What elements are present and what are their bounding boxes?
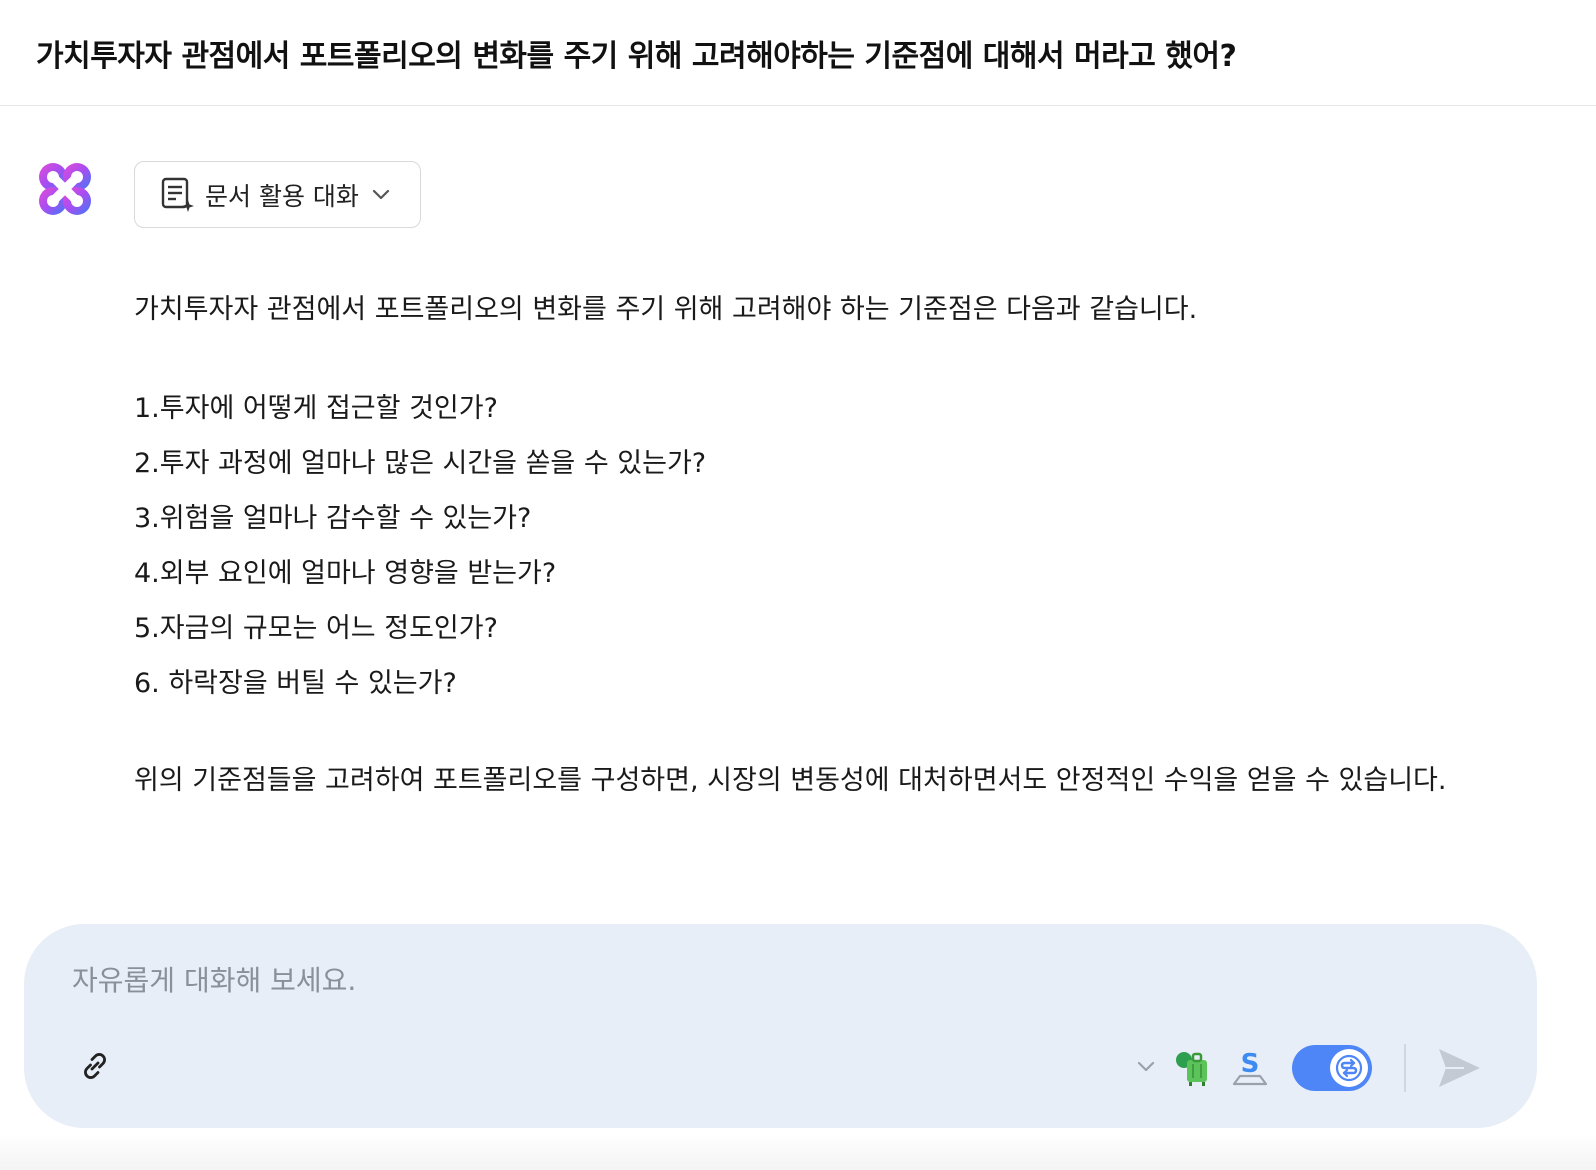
chevron-down-icon: [372, 189, 390, 199]
list-item: 6. 하락장을 버틸 수 있는가?: [134, 668, 457, 699]
blue-s-plugin-icon[interactable]: S: [1230, 1046, 1270, 1088]
document-mode-label: 문서 활용 대화: [205, 181, 359, 211]
green-luggage-plugin-icon[interactable]: [1173, 1048, 1213, 1088]
bottom-fade: [0, 1134, 1596, 1170]
list-item: 4.외부 요인에 얼마나 영향을 받는가?: [134, 558, 557, 589]
list-item: 3.위험을 얼마나 감수할 수 있는가?: [134, 503, 532, 534]
list-item: 5.자금의 규모는 어느 정도인가?: [134, 613, 498, 644]
toolbar-divider: [1404, 1044, 1406, 1092]
message-composer: S: [24, 924, 1537, 1128]
plugin-toggle[interactable]: [1292, 1045, 1372, 1091]
answer-outro: 위의 기준점들을 고려하여 포트폴리오를 구성하면, 시장의 변동성에 대처하면…: [134, 765, 1447, 796]
list-item: 1.투자에 어떻게 접근할 것인가?: [134, 393, 498, 424]
answer-intro: 가치투자자 관점에서 포트폴리오의 변화를 주기 위해 고려해야 하는 기준점은…: [134, 294, 1198, 325]
chat-page: 가치투자자 관점에서 포트폴리오의 변화를 주기 위해 고려해야하는 기준점에 …: [0, 0, 1596, 1170]
svg-text:S: S: [1241, 1049, 1260, 1079]
conversation-title: 가치투자자 관점에서 포트폴리오의 변화를 주기 위해 고려해야하는 기준점에 …: [36, 38, 1237, 74]
multicolor-clover-logo-icon: [39, 163, 91, 215]
send-icon[interactable]: [1436, 1046, 1482, 1090]
document-mode-button[interactable]: 문서 활용 대화: [134, 161, 421, 228]
chevron-down-icon[interactable]: [1136, 1060, 1156, 1074]
conversation-header: 가치투자자 관점에서 포트폴리오의 변화를 주기 위해 고려해야하는 기준점에 …: [0, 0, 1596, 106]
criteria-list: 1.투자에 어떻게 접근할 것인가? 2.투자 과정에 얼마나 많은 시간을 쏟…: [134, 381, 1464, 711]
s-swap-icon: [1335, 1054, 1363, 1082]
assistant-answer: 가치투자자 관점에서 포트폴리오의 변화를 주기 위해 고려해야 하는 기준점은…: [134, 282, 1464, 808]
toggle-knob: [1330, 1049, 1368, 1087]
list-item: 2.투자 과정에 얼마나 많은 시간을 쏟을 수 있는가?: [134, 448, 707, 479]
document-sparkle-icon: [161, 177, 194, 212]
link-icon[interactable]: [78, 1049, 112, 1083]
message-input[interactable]: [72, 958, 1372, 1002]
